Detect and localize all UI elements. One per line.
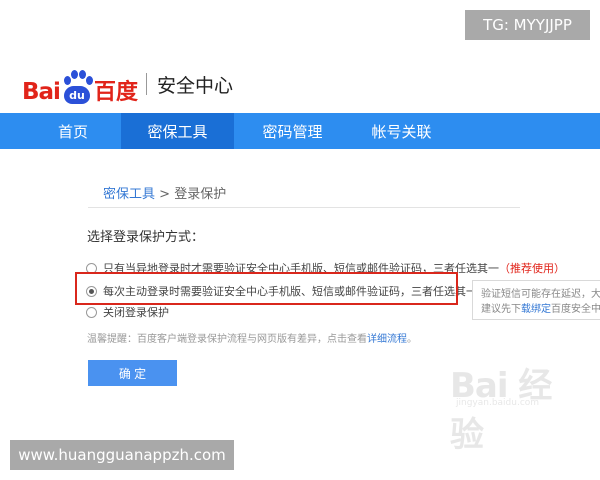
option-disable-text: 关闭登录保护 xyxy=(103,306,169,319)
option-disable[interactable]: 关闭登录保护 xyxy=(86,304,169,320)
tooltip-bind-link[interactable]: 载绑定 xyxy=(521,304,551,315)
site-url-badge: www.huangguanappzh.com xyxy=(10,440,234,470)
paw-label: du xyxy=(63,86,90,104)
tooltip-line-2: 建议先下载绑定百度安全中 xyxy=(481,302,600,317)
nav-item-home[interactable]: 首页 xyxy=(27,113,119,149)
breadcrumb-link[interactable]: 密保工具 xyxy=(103,187,155,202)
confirm-button[interactable]: 确 定 xyxy=(88,360,177,386)
section-title: 选择登录保护方式： xyxy=(87,230,205,245)
baidu-logo[interactable]: Bai du 百度 xyxy=(22,64,138,104)
tip-suffix: 。 xyxy=(407,334,417,345)
watermark: Bai 经验 jingyan.baidu.com xyxy=(450,358,580,455)
page-title: 安全中心 xyxy=(156,74,233,97)
breadcrumb: 密保工具 > 登录保护 xyxy=(103,183,226,202)
tg-overlay-badge: TG: MYYJJPP xyxy=(465,10,590,40)
highlight-annotation-box xyxy=(75,272,458,305)
brand-header: Bai du 百度 安全中心 xyxy=(22,62,233,106)
nav-item-security-tools[interactable]: 密保工具 xyxy=(121,113,234,149)
nav-item-account-link[interactable]: 帐号关联 xyxy=(350,113,453,149)
tooltip-line-1: 验证短信可能存在延迟，大 xyxy=(481,289,600,300)
tooltip-line-2-pre: 建议先下 xyxy=(481,304,521,315)
logo-cn-text: 百度 xyxy=(93,80,138,105)
nav-item-password-management[interactable]: 密码管理 xyxy=(236,113,349,149)
tip-text: 温馨提醒：百度客户端登录保护流程与网页版有差异，点击查看 xyxy=(87,334,367,345)
section-divider xyxy=(88,207,520,208)
logo-latin-text: Bai xyxy=(22,79,61,105)
paw-icon: du xyxy=(61,68,93,104)
sms-delay-tooltip: 验证短信可能存在延迟，大 建议先下载绑定百度安全中 xyxy=(472,280,600,320)
radio-disable[interactable] xyxy=(86,306,97,318)
watermark-sub: jingyan.baidu.com xyxy=(456,398,540,408)
main-nav: 首页 密保工具 密码管理 帐号关联 xyxy=(0,113,600,149)
breadcrumb-current: 登录保护 xyxy=(174,187,227,202)
recommend-tag: （推荐使用） xyxy=(499,262,565,275)
tip-detail-link[interactable]: 详细流程 xyxy=(367,334,407,345)
breadcrumb-separator: > xyxy=(159,187,171,202)
warm-tip: 温馨提醒：百度客户端登录保护流程与网页版有差异，点击查看详细流程。 xyxy=(87,330,417,345)
tooltip-line-2-post: 百度安全中 xyxy=(551,304,600,315)
brand-divider xyxy=(145,73,147,95)
